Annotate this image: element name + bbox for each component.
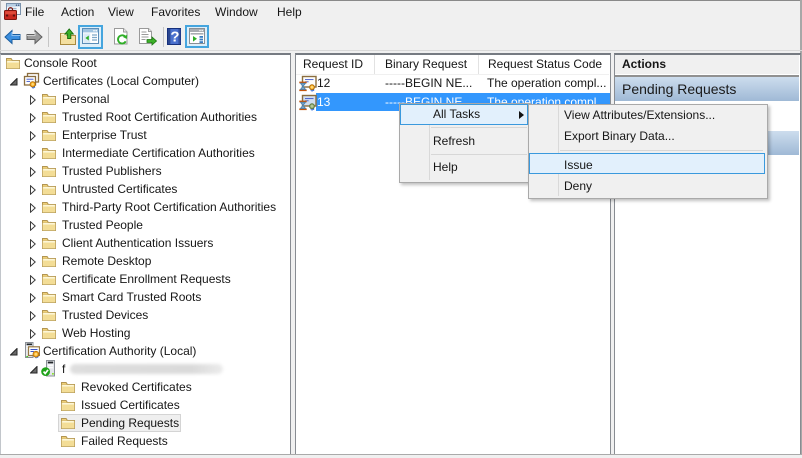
svg-text:?: ? — [170, 29, 179, 46]
